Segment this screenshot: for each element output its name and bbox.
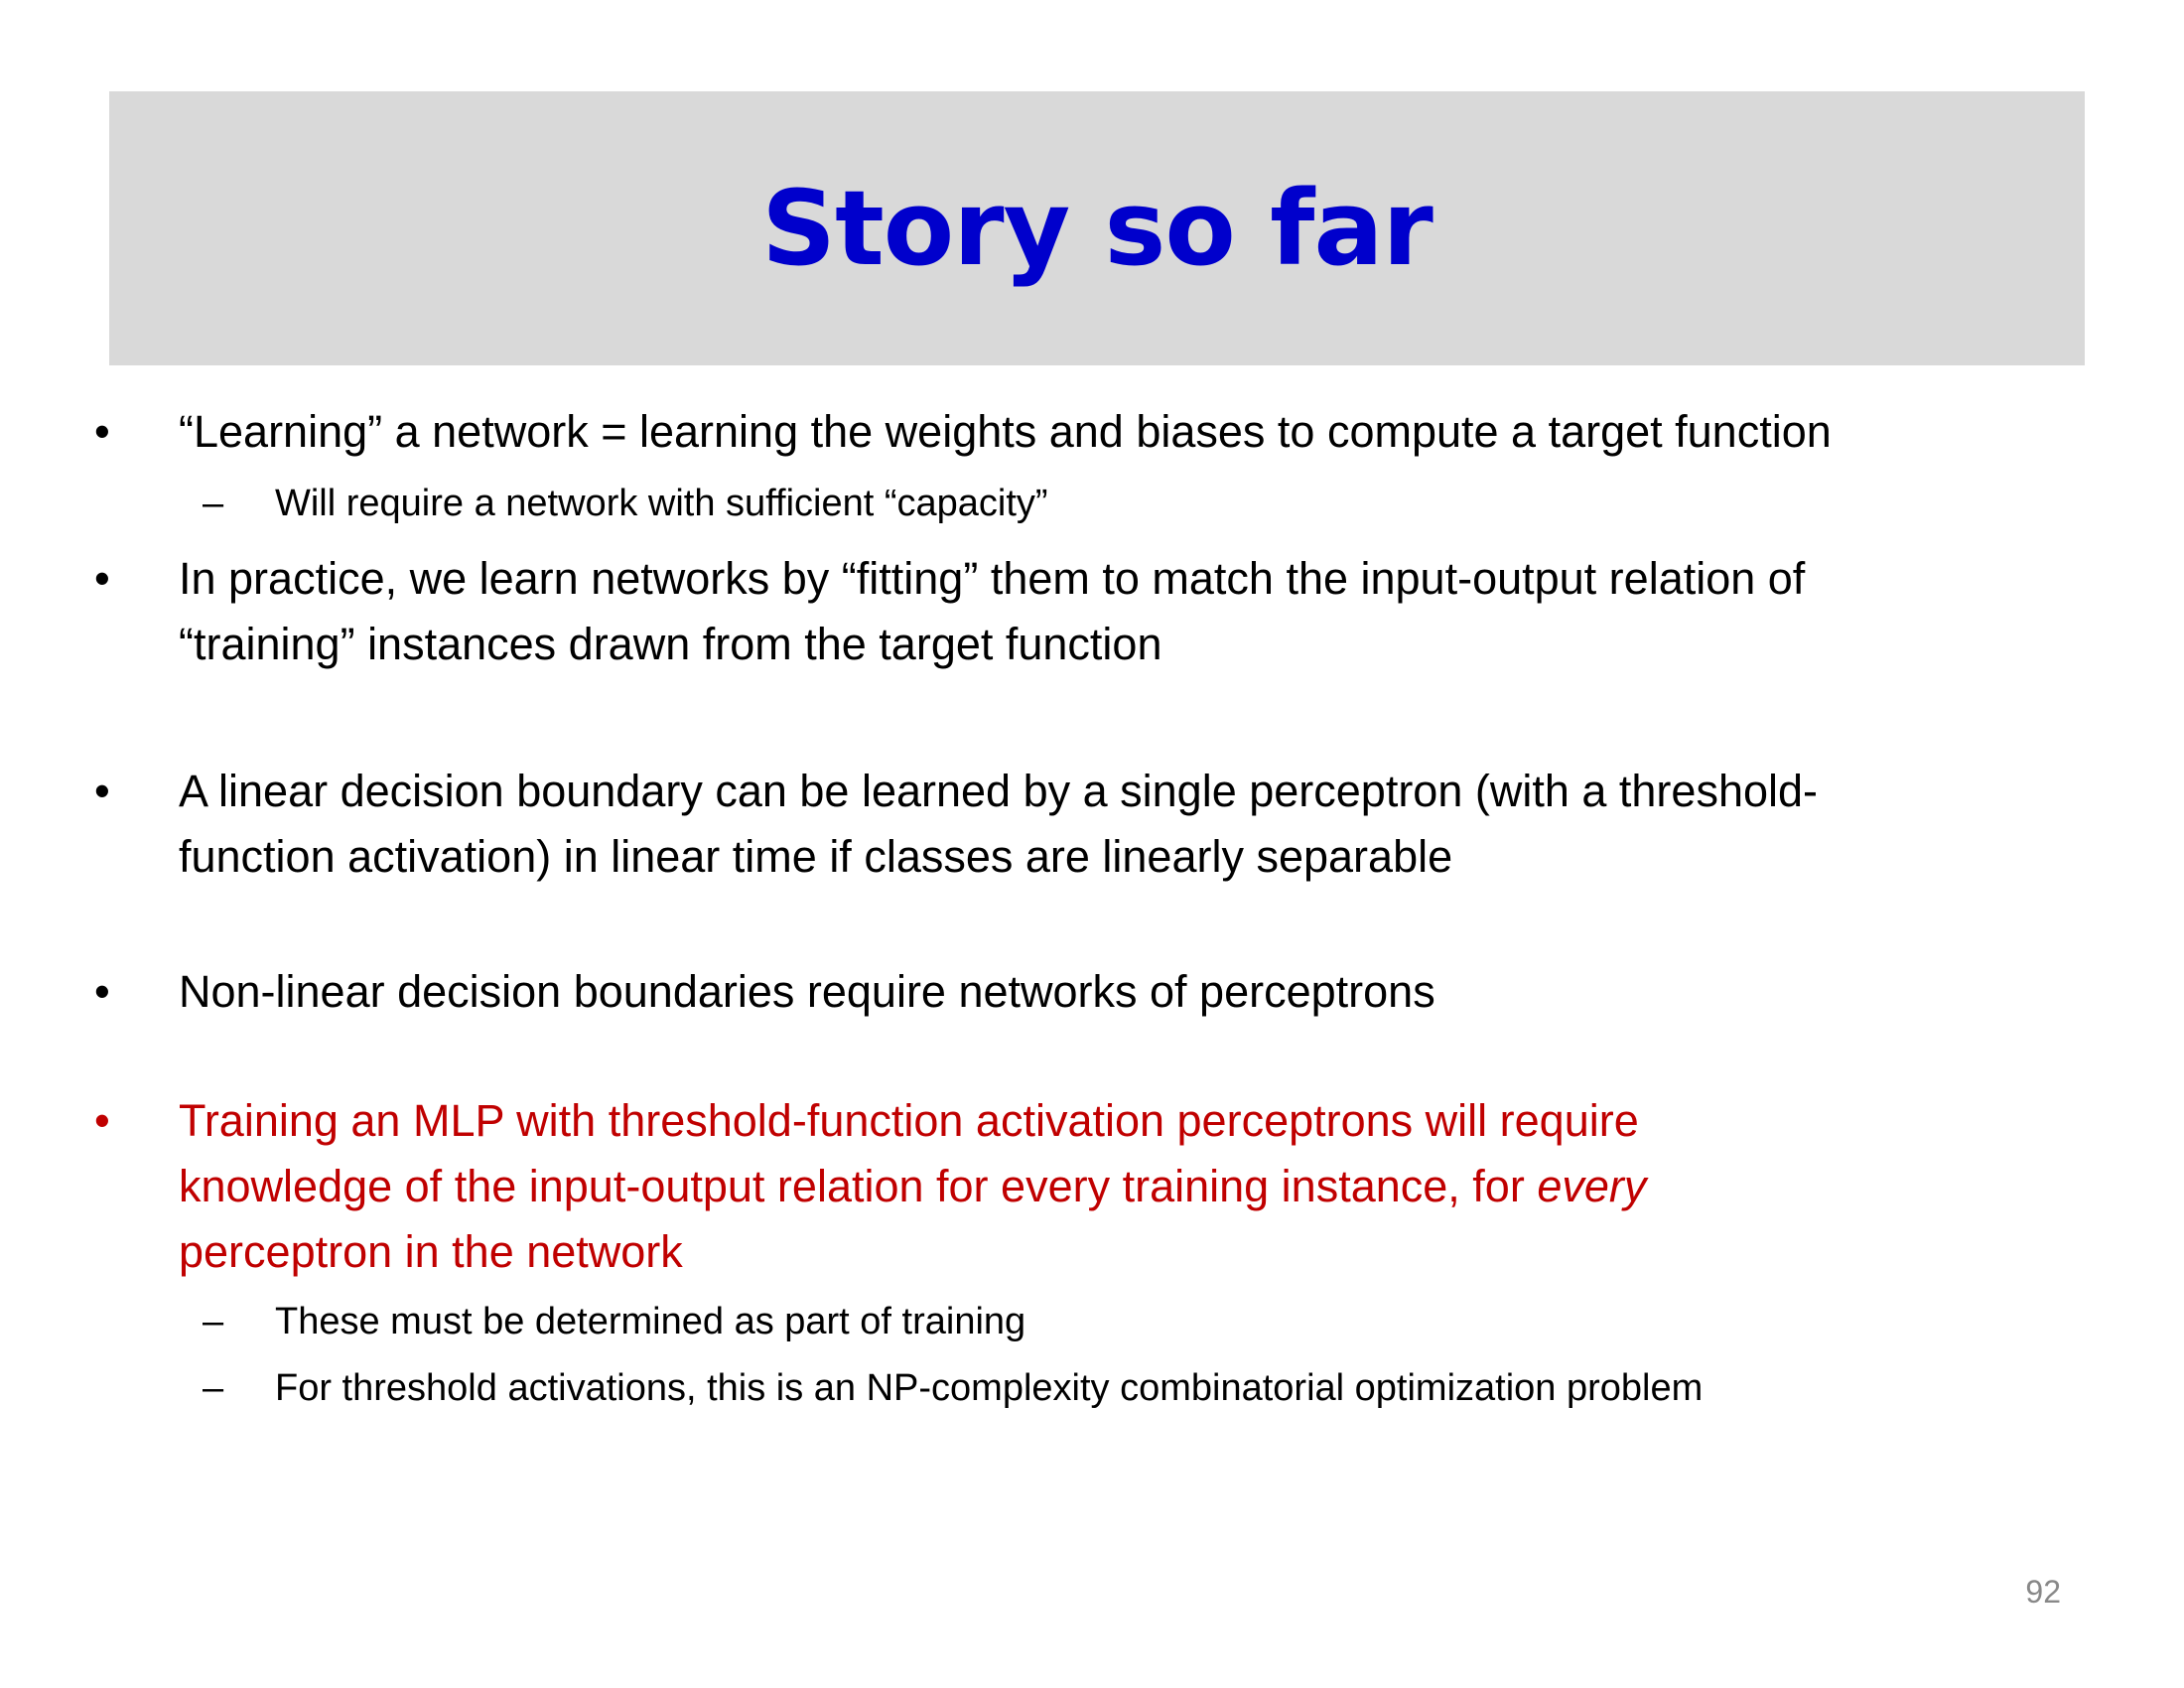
bullet-text-line3: perceptron in the network bbox=[179, 1226, 683, 1277]
bullet-text-line1: Training an MLP with threshold-function … bbox=[179, 1095, 1639, 1146]
emphasis-every: every bbox=[1537, 1161, 1647, 1211]
bullet-glyph: • bbox=[94, 406, 110, 457]
page-number: 92 bbox=[2025, 1574, 2061, 1610]
bullet-glyph: • bbox=[94, 766, 110, 816]
sub-bullet-text: Will require a network with sufficient “… bbox=[275, 483, 1048, 524]
bullet-text-line2: “training” instances drawn from the targ… bbox=[179, 619, 1162, 669]
bullet-glyph: • bbox=[94, 553, 110, 604]
bullet-text: “Learning” a network = learning the weig… bbox=[179, 406, 1832, 457]
dash-glyph: – bbox=[203, 1301, 224, 1342]
slide-content: • “Learning” a network = learning the we… bbox=[0, 0, 2184, 1688]
dash-glyph: – bbox=[203, 483, 224, 524]
bullet-text-line2: knowledge of the input-output relation f… bbox=[179, 1154, 2095, 1219]
bullet-text-line2-pre: knowledge of the input-output relation f… bbox=[179, 1161, 1538, 1211]
bullet-text: Non-linear decision boundaries require n… bbox=[179, 966, 1435, 1017]
bullet-text-line1: A linear decision boundary can be learne… bbox=[179, 766, 1819, 816]
bullet-text-line1: In practice, we learn networks by “fitti… bbox=[179, 553, 1806, 604]
dash-glyph: – bbox=[203, 1367, 224, 1409]
bullet-glyph: • bbox=[94, 1095, 110, 1146]
bullet-glyph: • bbox=[94, 966, 110, 1017]
sub-bullet-text: For threshold activations, this is an NP… bbox=[275, 1367, 1704, 1409]
sub-bullet-text: These must be determined as part of trai… bbox=[275, 1301, 1026, 1342]
bullet-text-line2: function activation) in linear time if c… bbox=[179, 831, 1453, 882]
